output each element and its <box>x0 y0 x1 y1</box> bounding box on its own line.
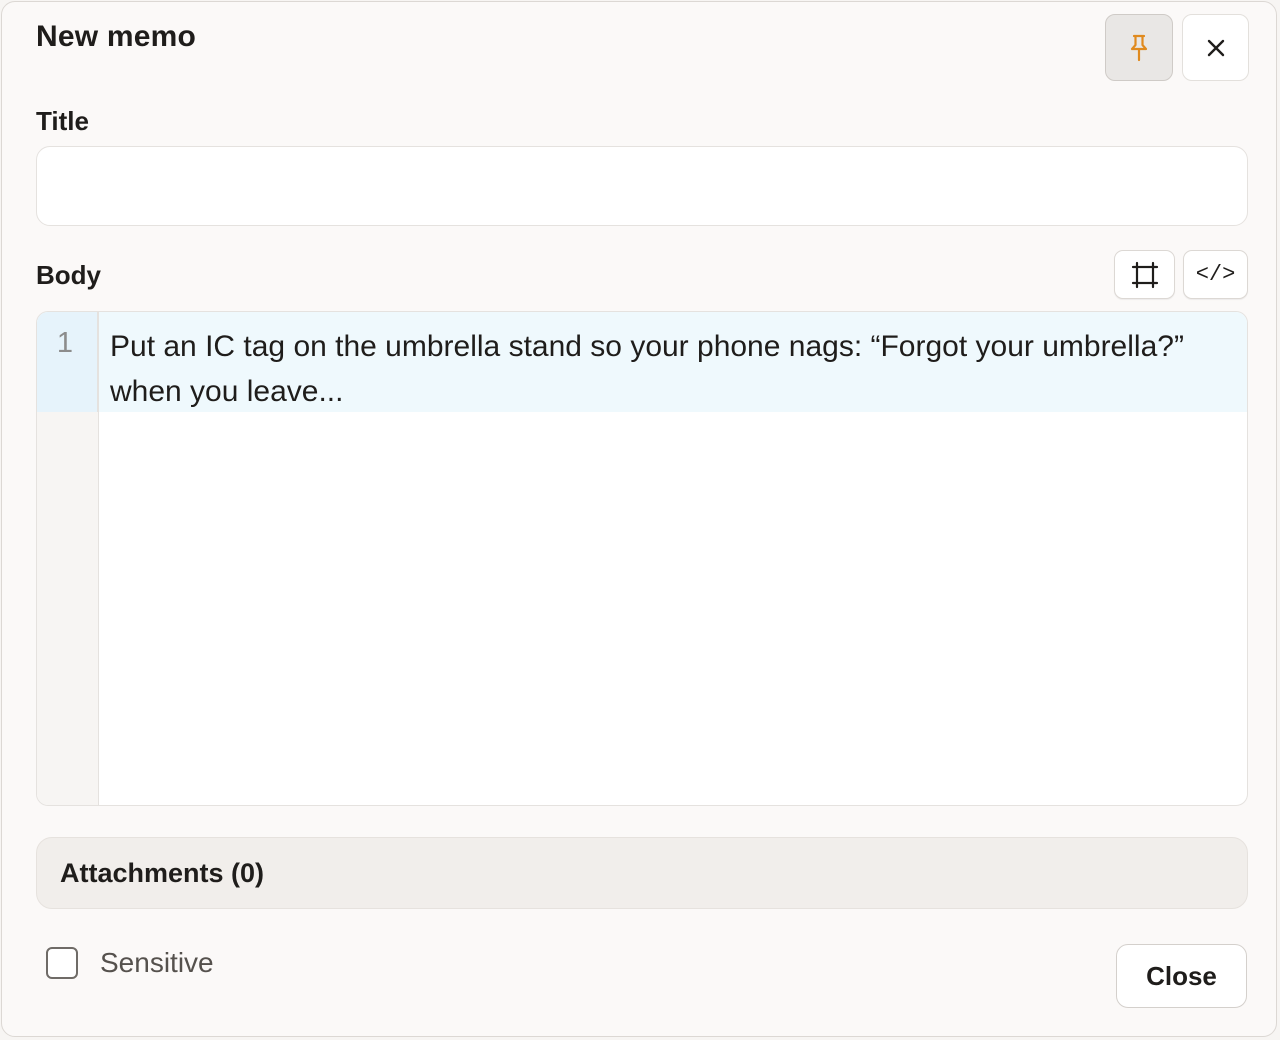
close-button[interactable]: Close <box>1116 944 1247 1008</box>
pin-icon <box>1130 34 1148 61</box>
new-memo-dialog: New memo Title Body </> 1 Put an IC tag … <box>1 1 1277 1037</box>
pin-button[interactable] <box>1105 14 1173 81</box>
expand-editor-button[interactable] <box>1114 250 1175 299</box>
expand-icon <box>1131 261 1158 288</box>
attachments-label: Attachments (0) <box>60 857 265 888</box>
code-view-button[interactable]: </> <box>1183 250 1248 299</box>
close-icon-button[interactable] <box>1182 14 1249 81</box>
dialog-title: New memo <box>36 20 196 53</box>
title-label: Title <box>36 106 89 136</box>
close-icon <box>1207 39 1224 56</box>
sensitive-checkbox[interactable] <box>46 947 78 979</box>
attachments-section[interactable]: Attachments (0) <box>36 837 1248 909</box>
line-number: 1 <box>56 327 74 359</box>
body-label: Body <box>36 260 101 290</box>
sensitive-label[interactable]: Sensitive <box>100 947 214 979</box>
body-editor[interactable]: 1 Put an IC tag on the umbrella stand so… <box>36 311 1248 806</box>
title-input[interactable] <box>36 146 1248 226</box>
body-text[interactable]: Put an IC tag on the umbrella stand so y… <box>110 324 1220 414</box>
